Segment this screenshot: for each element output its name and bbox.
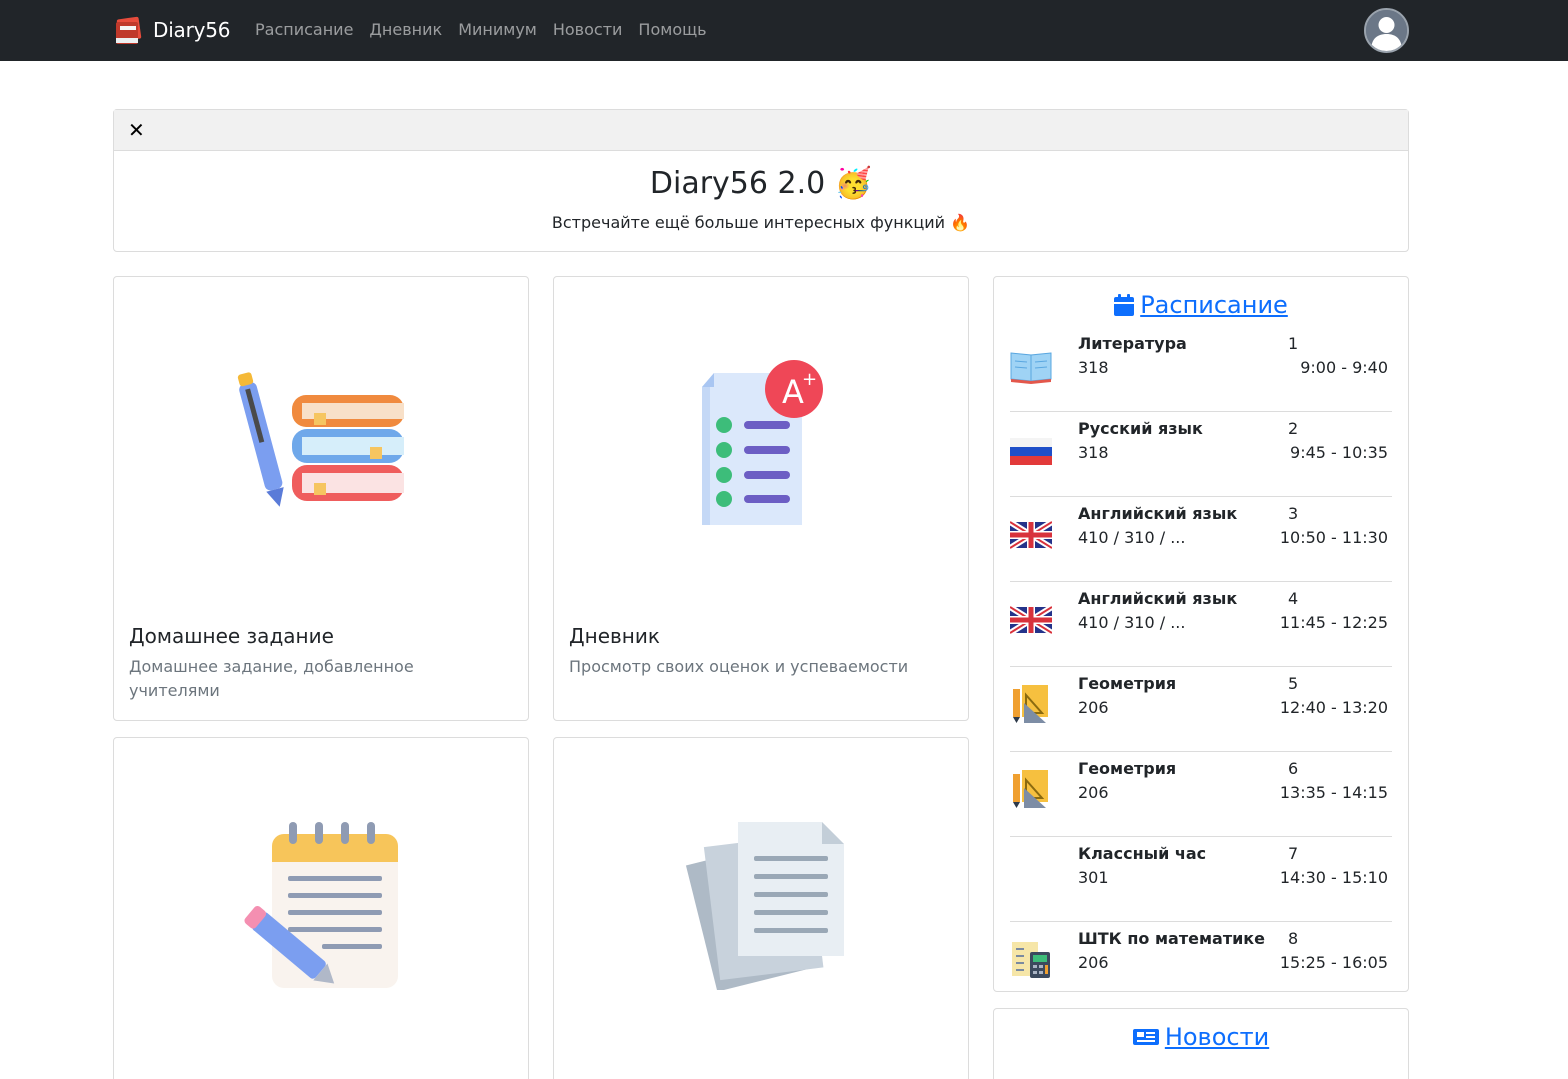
navbar: Diary56 Расписание Дневник Минимум Новос…	[0, 0, 1568, 61]
lesson-number: 3	[1288, 504, 1299, 523]
schedule-row[interactable]: Геометрия 206 6 13:35 - 14:15	[1010, 752, 1392, 837]
schedule-row[interactable]: Классный час 301 7 14:30 - 15:10	[1010, 837, 1392, 922]
lesson-room: 318	[1078, 358, 1109, 377]
lesson-room: 301	[1078, 868, 1109, 887]
nav-link-diary[interactable]: Дневник	[361, 19, 450, 41]
card-title: Домашнее задание	[129, 624, 334, 648]
lesson-name: Геометрия	[1078, 674, 1177, 693]
lesson-name: Литература	[1078, 334, 1187, 353]
calendar-icon	[1114, 294, 1135, 316]
russia-flag-icon	[1010, 438, 1052, 465]
lesson-number: 2	[1288, 419, 1299, 438]
grades-checklist-icon: A +	[702, 360, 823, 525]
lesson-room: 206	[1078, 953, 1109, 972]
uk-flag-icon	[1010, 519, 1052, 551]
schedule-header: Расписание	[994, 291, 1408, 319]
svg-text:+: +	[802, 369, 817, 390]
user-silhouette-icon	[1366, 10, 1407, 51]
lesson-time: 10:50 - 11:30	[1279, 528, 1388, 547]
svg-text:A: A	[782, 373, 804, 411]
card-notepad[interactable]	[113, 737, 529, 1079]
diary-logo-icon	[116, 16, 142, 44]
schedule-row[interactable]: Геометрия 206 5 12:40 - 13:20	[1010, 667, 1392, 752]
schedule-panel: Расписание Литература 318 1 9:00 - 9:40 …	[993, 276, 1409, 992]
lesson-time: 14:30 - 15:10	[1279, 868, 1388, 887]
brand[interactable]: Diary56	[114, 14, 231, 46]
homework-books-icon	[237, 372, 404, 507]
lesson-time: 9:45 - 10:35	[1290, 443, 1388, 462]
lesson-name: Классный час	[1078, 844, 1207, 863]
lesson-number: 1	[1288, 334, 1299, 353]
lesson-time: 15:25 - 16:05	[1279, 953, 1388, 972]
schedule-row[interactable]: Литература 318 1 9:00 - 9:40	[1010, 327, 1392, 412]
announcement-subtitle: Встречайте ещё больше интересных функций…	[551, 213, 971, 232]
announcement-header: ✕	[114, 110, 1408, 151]
lesson-time: 11:45 - 12:25	[1279, 613, 1388, 632]
uk-flag-icon	[1010, 604, 1052, 636]
card-text: Домашнее задание, добавленное учителями	[129, 657, 414, 700]
nav-link-schedule[interactable]: Расписание	[247, 19, 361, 41]
lesson-room: 410 / 310 / ...	[1078, 528, 1186, 547]
lesson-name: Английский язык	[1078, 589, 1238, 608]
card-homework[interactable]: Домашнее задание Домашнее задание, добав…	[113, 276, 529, 721]
nav-link-news[interactable]: Новости	[545, 19, 631, 41]
lesson-time: 13:35 - 14:15	[1279, 783, 1388, 802]
newspaper-icon	[1132, 1029, 1159, 1045]
geometry-icon	[1013, 770, 1048, 808]
lesson-number: 5	[1288, 674, 1299, 693]
news-link[interactable]: Новости	[1165, 1023, 1269, 1051]
schedule-row[interactable]: Английский язык 410 / 310 / ... 4 11:45 …	[1010, 582, 1392, 667]
lesson-name: ШТК по математике	[1078, 929, 1266, 948]
card-text: Просмотр своих оценок и успеваемости	[569, 657, 909, 676]
nav-link-minimum[interactable]: Минимум	[450, 19, 545, 41]
lesson-number: 7	[1288, 844, 1299, 863]
announcement-title: Diary56 2.0 🥳	[649, 166, 873, 201]
close-icon[interactable]: ✕	[128, 118, 145, 142]
card-documents[interactable]	[553, 737, 969, 1079]
lesson-name: Английский язык	[1078, 504, 1238, 523]
user-avatar[interactable]	[1364, 8, 1409, 53]
nav-links: Расписание Дневник Минимум Новости Помощ…	[247, 19, 715, 41]
notepad-pencil-icon	[244, 822, 398, 988]
schedule-row[interactable]: Русский язык 318 2 9:45 - 10:35	[1010, 412, 1392, 497]
schedule-row[interactable]: ШТК по математике 206 8 15:25 - 16:05	[1010, 922, 1392, 1007]
card-diary[interactable]: A + Дневник Просмотр своих оценок и успе…	[553, 276, 969, 721]
lesson-time: 12:40 - 13:20	[1279, 698, 1388, 717]
news-panel: Новости	[993, 1008, 1409, 1079]
lesson-time: 9:00 - 9:40	[1300, 358, 1388, 377]
lesson-room: 206	[1078, 698, 1109, 717]
lesson-room: 206	[1078, 783, 1109, 802]
schedule-row[interactable]: Английский язык 410 / 310 / ... 3 10:50 …	[1010, 497, 1392, 582]
lesson-number: 6	[1288, 759, 1299, 778]
lesson-number: 4	[1288, 589, 1299, 608]
lesson-room: 410 / 310 / ...	[1078, 613, 1186, 632]
nav-link-help[interactable]: Помощь	[630, 19, 714, 41]
book-icon	[1010, 352, 1052, 384]
news-header: Новости	[994, 1023, 1408, 1051]
calculator-icon	[1012, 942, 1050, 978]
lesson-number: 8	[1288, 929, 1299, 948]
schedule-link[interactable]: Расписание	[1140, 291, 1288, 319]
card-title: Дневник	[569, 624, 660, 648]
documents-stack-icon	[685, 822, 844, 990]
lesson-name: Геометрия	[1078, 759, 1177, 778]
lesson-room: 318	[1078, 443, 1109, 462]
brand-name: Diary56	[153, 18, 231, 42]
geometry-icon	[1013, 685, 1048, 723]
announcement-banner: ✕ Diary56 2.0 🥳 Встречайте ещё больше ин…	[113, 109, 1409, 252]
lesson-name: Русский язык	[1078, 419, 1203, 438]
